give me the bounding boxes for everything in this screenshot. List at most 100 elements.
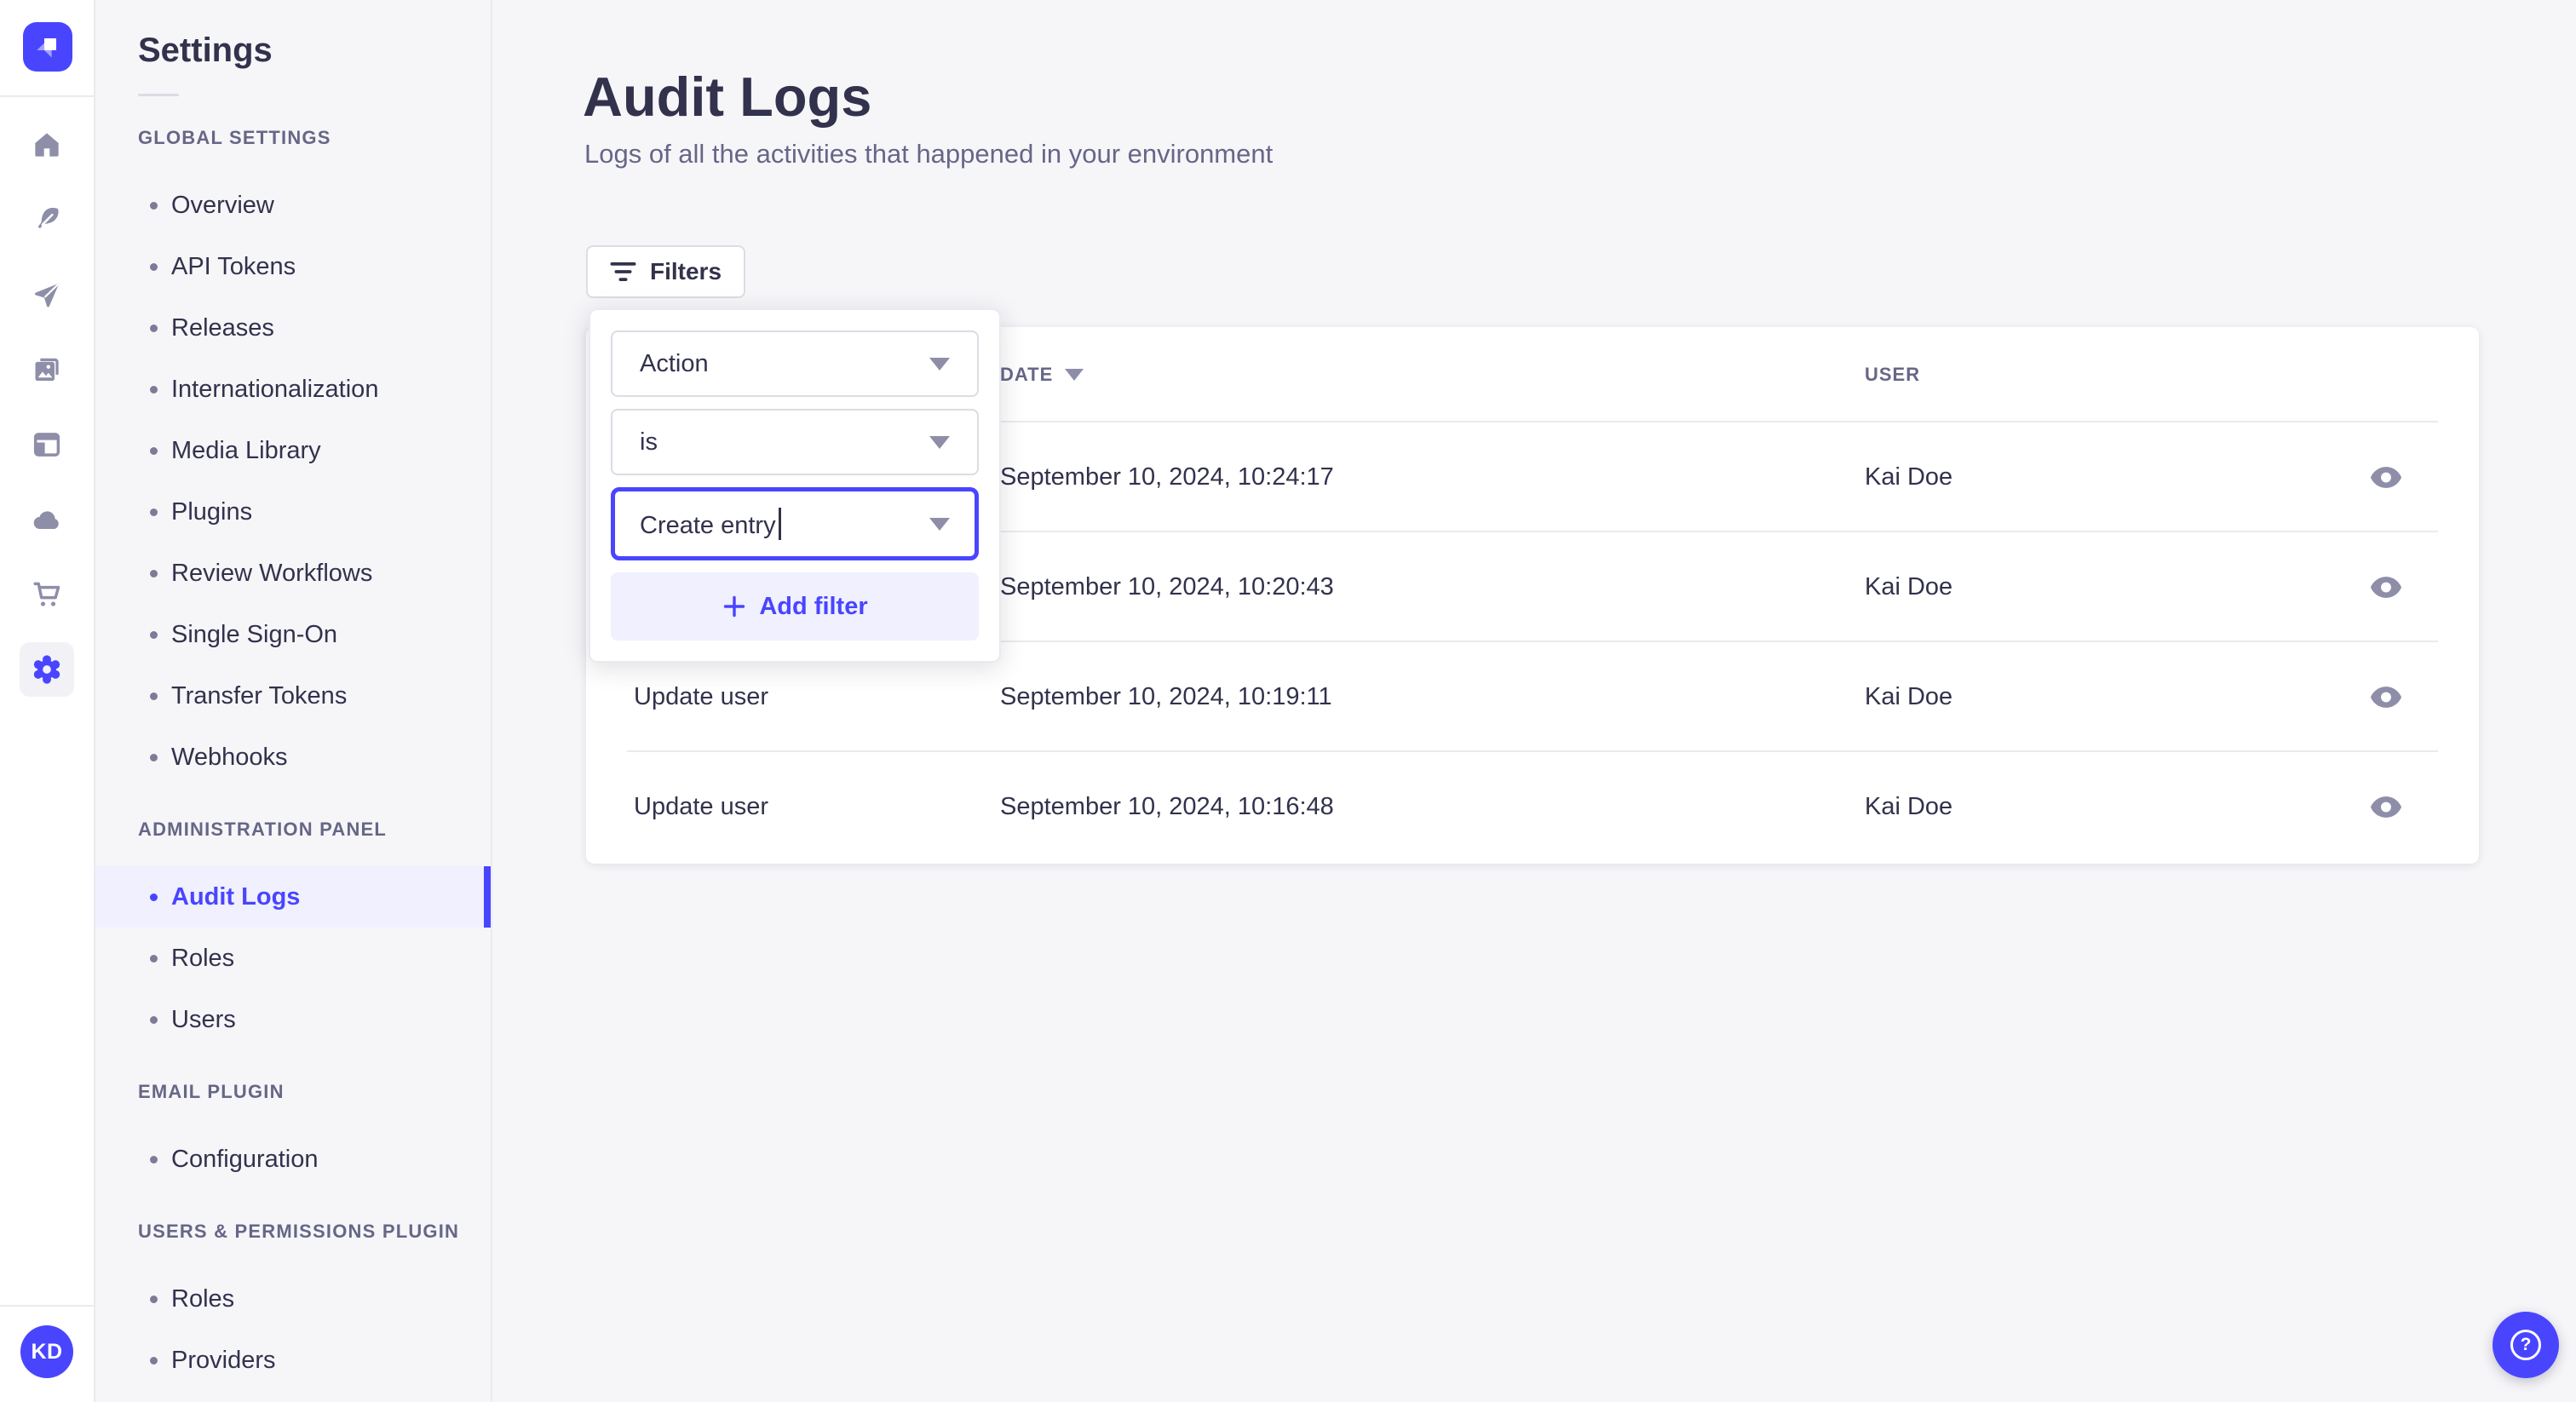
gear-icon (30, 652, 64, 687)
column-header-user-label: USER (1865, 364, 1921, 385)
sidebar-item-label: Releases (171, 313, 274, 342)
sidebar-item-label: Users (171, 1005, 236, 1033)
cell-user: Kai Doe (1865, 793, 1953, 820)
nav-content-manager[interactable] (20, 417, 74, 472)
eye-icon (2370, 576, 2402, 599)
cell-actions (2342, 681, 2431, 714)
help-button[interactable]: ? (2493, 1312, 2559, 1378)
nav-marketplace[interactable] (20, 567, 74, 622)
section-label-email-plugin: EMAIL PLUGIN (138, 1081, 285, 1102)
add-filter-button[interactable]: Add filter (611, 572, 979, 641)
sidebar-item-email-configuration[interactable]: Configuration (95, 1129, 491, 1190)
view-details-button[interactable] (2365, 790, 2407, 824)
chevron-down-icon (929, 517, 950, 531)
chevron-down-icon (929, 357, 950, 371)
cell-user: Kai Doe (1865, 573, 1953, 600)
sidebar-item-up-providers[interactable]: Providers (95, 1330, 491, 1391)
sidebar-item-audit-logs[interactable]: Audit Logs (95, 866, 491, 928)
column-header-date-label: DATE (1000, 364, 1054, 385)
settings-subnav: Settings GLOBAL SETTINGS Overview API To… (95, 0, 492, 1402)
nav-list-administration-panel: Audit Logs Roles Users (95, 866, 491, 1050)
rail-divider (0, 1305, 94, 1307)
sidebar-item-label: Transfer Tokens (171, 681, 348, 710)
view-details-button[interactable] (2365, 681, 2407, 714)
bullet-dot (150, 692, 158, 700)
strapi-logo-icon (31, 30, 65, 64)
cell-date: September 10, 2024, 10:16:48 (1000, 793, 1334, 820)
bullet-dot (150, 1295, 158, 1303)
sidebar-item-review-workflows[interactable]: Review Workflows (95, 543, 491, 604)
bullet-dot (150, 753, 158, 761)
text-caret (778, 508, 781, 540)
nav-list-users-permissions-plugin: Roles Providers (95, 1268, 491, 1391)
sidebar-item-transfer-tokens[interactable]: Transfer Tokens (95, 665, 491, 727)
filter-field-select[interactable]: Action (611, 330, 979, 397)
cell-action: Update user (634, 793, 768, 820)
cell-date: September 10, 2024, 10:24:17 (1000, 463, 1334, 491)
sidebar-item-webhooks[interactable]: Webhooks (95, 727, 491, 788)
filter-operator-select[interactable]: is (611, 409, 979, 475)
sidebar-item-releases[interactable]: Releases (95, 297, 491, 359)
nav-list-global-settings: Overview API Tokens Releases Internation… (95, 175, 491, 788)
bullet-dot (150, 630, 158, 639)
nav-list-email-plugin: Configuration (95, 1129, 491, 1190)
bullet-dot (150, 1356, 158, 1365)
sidebar-item-label: Configuration (171, 1145, 319, 1173)
page-title: Audit Logs (583, 66, 872, 128)
page-subtitle: Logs of all the activities that happened… (584, 139, 1274, 169)
subnav-title: Settings (138, 32, 273, 69)
plus-icon (722, 594, 747, 619)
sidebar-item-label: Providers (171, 1346, 276, 1374)
bullet-dot (150, 324, 158, 332)
view-details-button[interactable] (2365, 571, 2407, 604)
section-label-administration-panel: ADMINISTRATION PANEL (138, 819, 388, 840)
view-details-button[interactable] (2365, 461, 2407, 494)
table-row[interactable]: Update user September 10, 2024, 10:16:48… (586, 752, 2479, 862)
sidebar-item-label: Roles (171, 944, 235, 972)
eye-icon (2370, 686, 2402, 709)
sidebar-item-label: Overview (171, 191, 274, 219)
sort-by-date-button[interactable]: DATE (1000, 364, 1084, 386)
cell-date: September 10, 2024, 10:19:11 (1000, 683, 1332, 710)
filters-button-label: Filters (650, 258, 722, 284)
sidebar-item-up-roles[interactable]: Roles (95, 1268, 491, 1330)
sidebar-item-api-tokens[interactable]: API Tokens (95, 236, 491, 297)
sidebar-item-plugins[interactable]: Plugins (95, 481, 491, 543)
layout-icon (32, 429, 62, 460)
column-header-user: USER (1865, 364, 2342, 386)
filters-button[interactable]: Filters (586, 245, 746, 298)
sidebar-item-admin-roles[interactable]: Roles (95, 928, 491, 989)
sort-desc-icon (1065, 369, 1084, 381)
cell-user: Kai Doe (1865, 463, 1953, 491)
sidebar-item-overview[interactable]: Overview (95, 175, 491, 236)
cell-actions (2342, 461, 2431, 494)
bullet-dot (150, 508, 158, 516)
feather-icon (32, 204, 62, 235)
nav-settings[interactable] (20, 642, 74, 697)
bullet-dot (150, 446, 158, 455)
strapi-logo[interactable] (23, 22, 72, 72)
user-avatar[interactable]: KD (20, 1325, 73, 1378)
nav-media-library[interactable] (20, 342, 74, 397)
main-content: Audit Logs Logs of all the activities th… (492, 0, 2576, 1402)
avatar-initials: KD (31, 1339, 63, 1364)
sidebar-item-label: Webhooks (171, 743, 288, 771)
paper-plane-icon (32, 279, 62, 310)
sidebar-item-admin-users[interactable]: Users (95, 989, 491, 1050)
add-filter-label: Add filter (759, 592, 868, 620)
section-label-users-permissions-plugin: USERS & PERMISSIONS PLUGIN (138, 1221, 460, 1242)
nav-content-type-builder[interactable] (20, 192, 74, 247)
sidebar-item-single-sign-on[interactable]: Single Sign-On (95, 604, 491, 665)
left-rail: KD (0, 0, 95, 1402)
filter-value-text: Create entry (640, 508, 781, 540)
filter-operator-value: is (640, 428, 658, 456)
nav-deploy[interactable] (20, 267, 74, 322)
filter-value-combobox[interactable]: Create entry (611, 487, 979, 560)
media-library-icon (32, 354, 62, 385)
sidebar-item-media-library[interactable]: Media Library (95, 420, 491, 481)
nav-cloud[interactable] (20, 492, 74, 547)
bullet-dot (150, 954, 158, 962)
sidebar-item-internationalization[interactable]: Internationalization (95, 359, 491, 420)
nav-home[interactable] (20, 118, 74, 172)
question-mark-icon: ? (2510, 1330, 2541, 1360)
